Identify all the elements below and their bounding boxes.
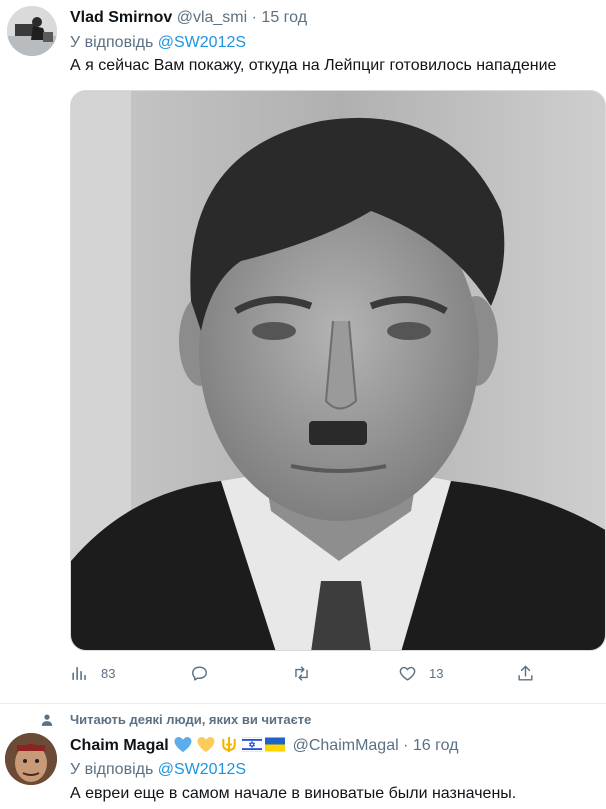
retweet-button[interactable] bbox=[292, 664, 311, 683]
share-button[interactable] bbox=[516, 664, 535, 683]
timestamp[interactable]: 16 год bbox=[413, 737, 459, 754]
timestamp[interactable]: 15 год bbox=[261, 9, 307, 26]
tweet[interactable]: Читають деякі люди, яких ви читаєте Chai… bbox=[0, 703, 606, 809]
reply-mention-link[interactable]: @SW2012S bbox=[158, 761, 246, 778]
ukraine-flag-icon bbox=[265, 737, 286, 752]
author-handle[interactable]: @vla_smi bbox=[177, 9, 247, 26]
avatar[interactable] bbox=[5, 733, 57, 785]
tweet[interactable]: Vlad Smirnov @vla_smi · 15 год У відпові… bbox=[0, 0, 606, 703]
avatar[interactable] bbox=[7, 6, 57, 56]
tweet-header: Chaim Magal @ChaimMagal · 16 год bbox=[70, 736, 459, 756]
separator-dot: · bbox=[403, 737, 409, 754]
tweet-text: А я сейчас Вам покажу, откуда на Лейпциг… bbox=[70, 57, 557, 74]
reply-mention-link[interactable]: @SW2012S bbox=[158, 34, 246, 51]
retweet-icon bbox=[295, 666, 308, 681]
comment-bubble-icon bbox=[192, 666, 207, 681]
name-emojis bbox=[173, 736, 292, 754]
reply-prefix: У відповідь bbox=[70, 34, 154, 51]
social-context: Читають деякі люди, яких ви читаєте bbox=[40, 712, 311, 727]
reply-context: У відповідь @SW2012S bbox=[70, 760, 246, 780]
tweet-text: А евреи еще в самом начале в виноватые б… bbox=[70, 785, 517, 802]
reply-context: У відповідь @SW2012S bbox=[70, 33, 246, 53]
tweet-actions: 83 13 bbox=[70, 664, 590, 690]
avatar-image bbox=[7, 6, 57, 56]
views-button[interactable]: 83 bbox=[70, 664, 115, 683]
israel-flag-icon bbox=[242, 737, 263, 752]
reply-button[interactable] bbox=[190, 664, 209, 683]
likes-count: 13 bbox=[429, 666, 444, 681]
person-icon bbox=[41, 713, 53, 726]
trident-icon bbox=[222, 736, 236, 753]
author-handle[interactable]: @ChaimMagal bbox=[293, 737, 399, 754]
yellow-heart-icon bbox=[197, 736, 215, 753]
blue-heart-icon bbox=[174, 736, 192, 753]
author-name[interactable]: Chaim Magal bbox=[70, 737, 169, 754]
bar-chart-icon bbox=[72, 667, 86, 680]
social-context-label: Читають деякі люди, яких ви читаєте bbox=[70, 712, 312, 727]
like-button[interactable]: 13 bbox=[398, 664, 443, 683]
tweet-image[interactable] bbox=[70, 90, 606, 651]
views-count: 83 bbox=[101, 666, 116, 681]
separator-dot: · bbox=[251, 9, 257, 26]
heart-icon bbox=[399, 666, 416, 681]
share-upload-icon bbox=[518, 665, 533, 681]
avatar-image bbox=[5, 733, 57, 785]
reply-prefix: У відповідь bbox=[70, 761, 154, 778]
tweet-header: Vlad Smirnov @vla_smi · 15 год bbox=[70, 8, 307, 28]
author-name[interactable]: Vlad Smirnov bbox=[70, 9, 172, 26]
portrait-photo bbox=[71, 91, 605, 650]
